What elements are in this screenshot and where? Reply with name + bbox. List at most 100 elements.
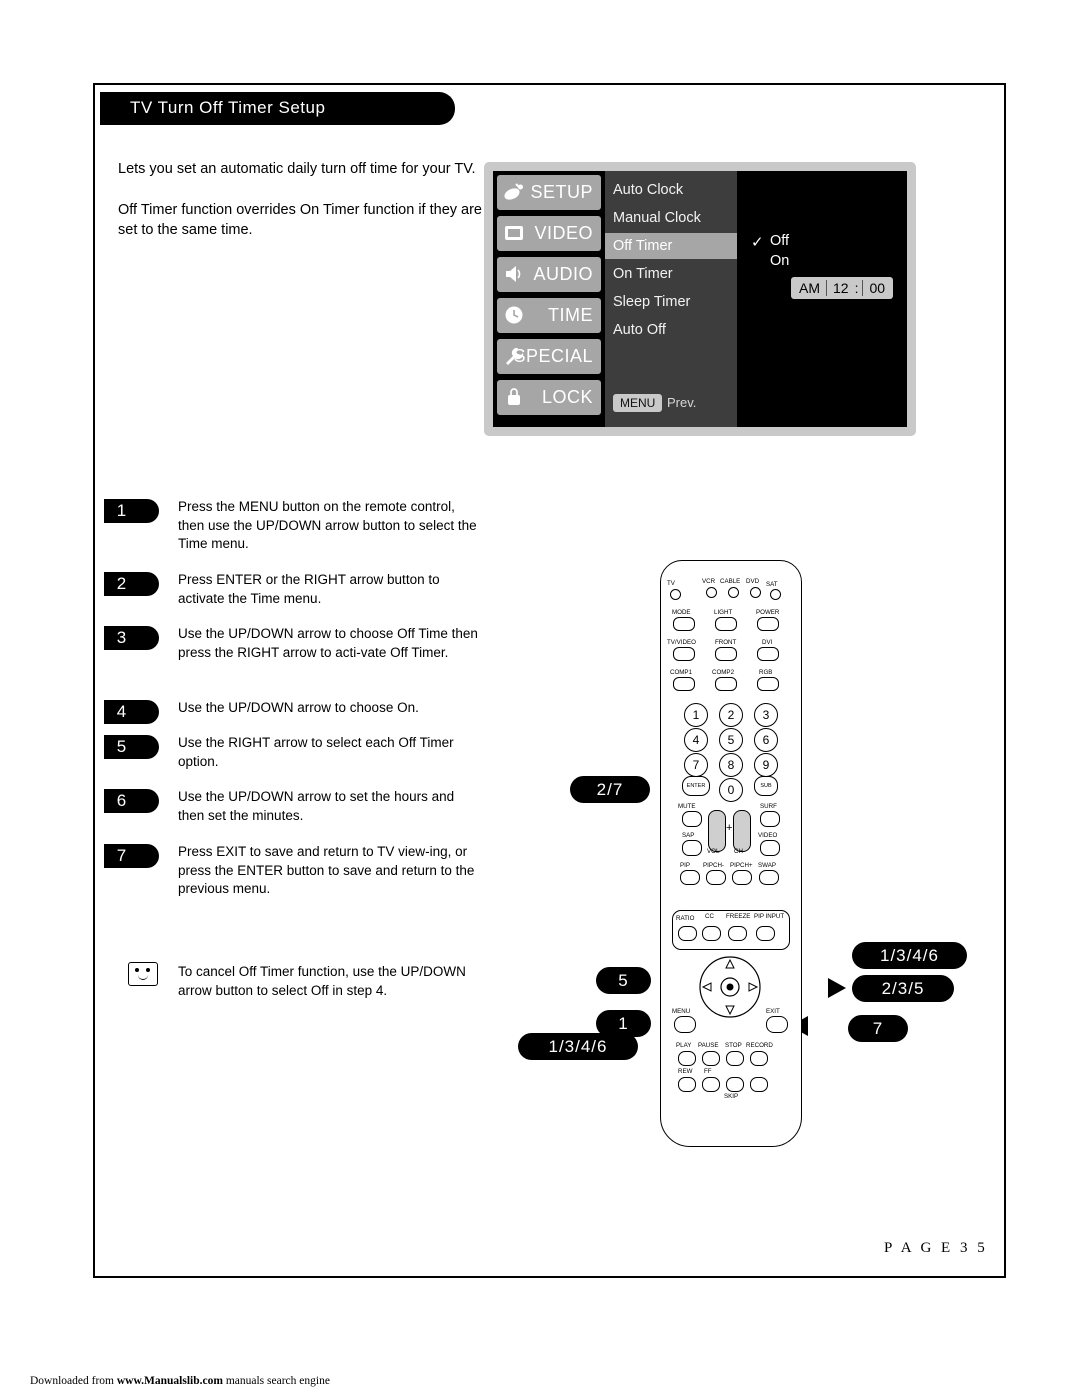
remote-button-sub[interactable]: SUB xyxy=(754,776,778,796)
remote-button-pipch-plus[interactable] xyxy=(732,870,752,885)
remote-button-sat[interactable] xyxy=(770,589,781,600)
remote-key-5[interactable]: 5 xyxy=(719,728,743,752)
remote-button-mode[interactable] xyxy=(673,617,695,631)
remote-label-freeze: FREEZE xyxy=(726,913,751,920)
remote-button-rew[interactable] xyxy=(678,1077,696,1092)
speaker-icon xyxy=(503,263,525,285)
plus-icon: + xyxy=(726,822,733,834)
remote-key-3[interactable]: 3 xyxy=(754,703,778,727)
remote-label-play: PLAY xyxy=(676,1042,692,1049)
osd-item-auto-off[interactable]: Auto Off xyxy=(605,317,737,343)
remote-button-dvd[interactable] xyxy=(750,587,761,598)
remote-button-freeze[interactable] xyxy=(728,926,747,941)
osd-item-sleep-timer[interactable]: Sleep Timer xyxy=(605,289,737,315)
remote-button-comp2[interactable] xyxy=(715,677,737,691)
remote-button-surf[interactable] xyxy=(760,811,780,827)
remote-label-vcr: VCR xyxy=(702,578,716,585)
osd-option-off[interactable]: Off xyxy=(770,233,789,249)
remote-label-mode: MODE xyxy=(672,609,691,616)
remote-button-pipinput[interactable] xyxy=(756,926,775,941)
page-title: TV Turn Off Timer Setup xyxy=(130,98,326,117)
remote-button-skip-back[interactable] xyxy=(726,1077,744,1092)
remote-label-pip: PIP xyxy=(680,862,690,869)
remote-button-enter[interactable]: ENTER xyxy=(682,776,710,796)
remote-key-4[interactable]: 4 xyxy=(684,728,708,752)
remote-button-tvvideo[interactable] xyxy=(673,647,695,661)
step-text-2: Press ENTER or the RIGHT arrow button to… xyxy=(178,572,440,606)
remote-button-vcr[interactable] xyxy=(706,587,717,598)
remote-label-tvvideo: TV/VIDEO xyxy=(667,639,696,646)
remote-button-dvi[interactable] xyxy=(757,647,779,661)
remote-key-1[interactable]: 1 xyxy=(684,703,708,727)
remote-label-dvd: DVD xyxy=(746,578,760,585)
step-text-1: Press the MENU button on the remote cont… xyxy=(178,499,477,551)
remote-key-2[interactable]: 2 xyxy=(719,703,743,727)
osd-tab-special[interactable]: SPECIAL xyxy=(497,339,601,374)
remote-button-stop[interactable] xyxy=(726,1051,744,1066)
remote-button-mute[interactable] xyxy=(682,811,702,827)
osd-tab-label: SPECIAL xyxy=(513,346,593,366)
time-meridiem[interactable]: AM xyxy=(797,280,822,296)
step-badge-3: 3 xyxy=(104,626,159,650)
remote-label-front: FRONT xyxy=(715,639,737,646)
remote-button-power[interactable] xyxy=(757,617,779,631)
remote-button-menu[interactable] xyxy=(674,1016,696,1033)
osd-item-manual-clock[interactable]: Manual Clock xyxy=(605,205,737,231)
remote-button-video[interactable] xyxy=(760,840,780,856)
osd-item-off-timer[interactable]: Off Timer xyxy=(605,233,737,259)
time-hour[interactable]: 12 xyxy=(831,280,851,296)
remote-label-ch: CH xyxy=(734,848,743,855)
remote-button-cable[interactable] xyxy=(728,587,739,598)
remote-button-pause[interactable] xyxy=(702,1051,720,1066)
osd-tab-setup[interactable]: SETUP xyxy=(497,175,601,210)
remote-button-pip[interactable] xyxy=(680,870,700,885)
remote-button-exit[interactable] xyxy=(766,1016,788,1033)
remote-button-tv[interactable] xyxy=(670,589,681,600)
remote-volume-rocker[interactable] xyxy=(708,810,726,852)
remote-key-0[interactable]: 0 xyxy=(719,778,743,802)
osd-item-auto-clock[interactable]: Auto Clock xyxy=(605,177,737,203)
osd-tab-audio[interactable]: AUDIO xyxy=(497,257,601,292)
remote-button-pipch-minus[interactable] xyxy=(706,870,726,885)
padlock-icon xyxy=(503,386,525,408)
osd-item-on-timer[interactable]: On Timer xyxy=(605,261,737,287)
remote-key-8[interactable]: 8 xyxy=(719,753,743,777)
step-badge-7: 7 xyxy=(104,844,159,868)
smile-icon xyxy=(138,974,148,980)
remote-button-skip-fwd[interactable] xyxy=(750,1077,768,1092)
divider xyxy=(826,280,827,296)
remote-button-cc[interactable] xyxy=(702,926,721,941)
page-title-bar: TV Turn Off Timer Setup xyxy=(100,92,455,125)
page-number: P A G E 3 5 xyxy=(884,1240,988,1256)
osd-option-on[interactable]: On xyxy=(770,253,789,269)
remote-button-ratio[interactable] xyxy=(678,926,697,941)
osd-time-field[interactable]: AM 12 : 00 xyxy=(791,277,894,299)
osd-tab-time[interactable]: TIME xyxy=(497,298,601,333)
remote-button-sap[interactable] xyxy=(682,840,702,856)
osd-menu-button[interactable]: MENU xyxy=(613,394,663,412)
remote-channel-rocker[interactable] xyxy=(733,810,751,852)
note-face-icon xyxy=(128,962,158,986)
remote-button-swap[interactable] xyxy=(759,870,779,885)
remote-key-7[interactable]: 7 xyxy=(684,753,708,777)
remote-label-comp1: COMP1 xyxy=(670,669,693,676)
remote-button-comp1[interactable] xyxy=(673,677,695,691)
remote-button-light[interactable] xyxy=(715,617,737,631)
remote-button-front[interactable] xyxy=(715,647,737,661)
remote-button-rgb[interactable] xyxy=(757,677,779,691)
step-badge-1: 1 xyxy=(104,499,159,523)
step-text-7: Press EXIT to save and return to TV view… xyxy=(178,844,475,896)
remote-button-record[interactable] xyxy=(750,1051,768,1066)
remote-label-ratio: RATIO xyxy=(676,915,695,922)
remote-nav-cluster[interactable] xyxy=(693,950,767,1024)
remote-button-ff[interactable] xyxy=(702,1077,720,1092)
step-text-6: Use the UP/DOWN arrow to set the hours a… xyxy=(178,789,455,823)
remote-button-play[interactable] xyxy=(678,1051,696,1066)
remote-key-6[interactable]: 6 xyxy=(754,728,778,752)
osd-tab-lock[interactable]: LOCK xyxy=(497,380,601,415)
time-minute[interactable]: 00 xyxy=(867,280,888,296)
footer-link[interactable]: www.Manualslib.com xyxy=(117,1375,223,1387)
remote-label-ff: FF xyxy=(704,1068,712,1075)
remote-key-9[interactable]: 9 xyxy=(754,753,778,777)
osd-tab-video[interactable]: VIDEO xyxy=(497,216,601,251)
